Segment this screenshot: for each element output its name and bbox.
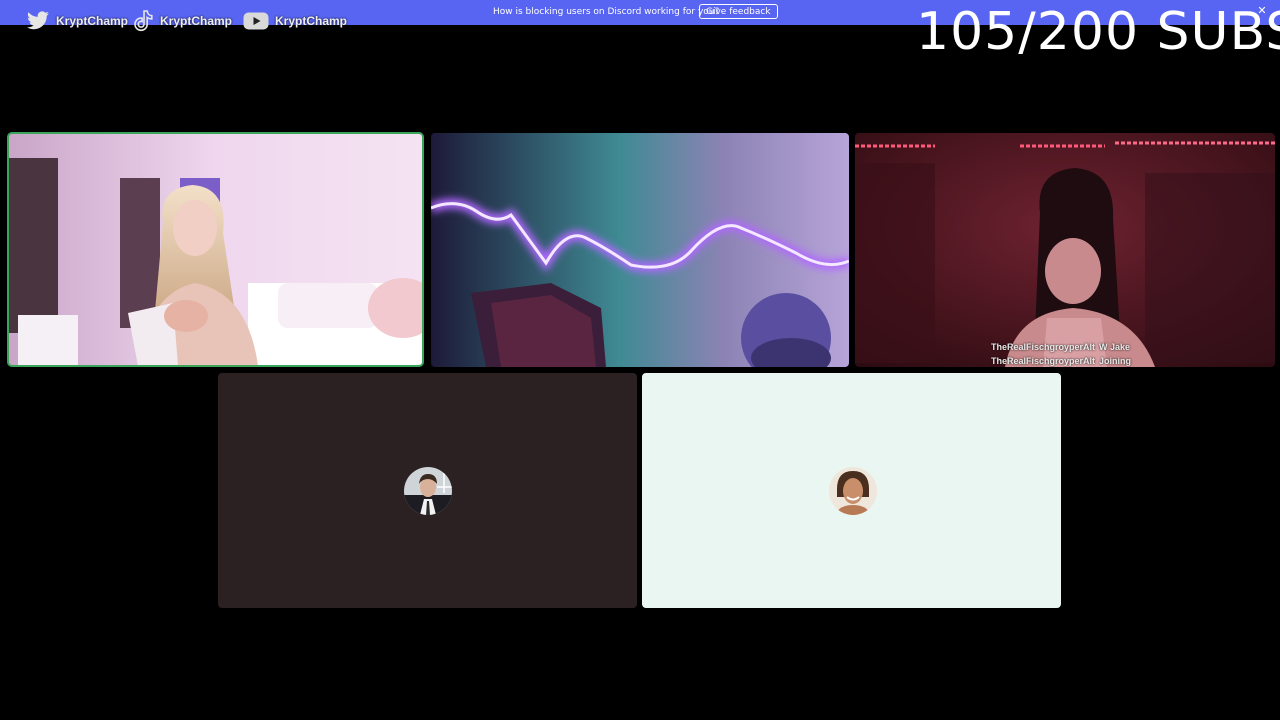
video-tile-5[interactable]: [642, 373, 1061, 608]
chat-message: TheRealFischgroyperAlt W Jake: [991, 340, 1131, 354]
feedback-prompt: How is blocking users on Discord working…: [493, 7, 720, 17]
chat-message: TheRealFischgroyperAlt Joining: [991, 354, 1131, 367]
twitter-icon: [27, 11, 49, 30]
tiktok-icon: [134, 10, 153, 32]
give-feedback-button[interactable]: Give feedback: [699, 4, 778, 19]
tiktok-handle: KryptChamp: [160, 14, 233, 28]
sub-goal-counter: 105/200 SUBS: [916, 2, 1280, 62]
youtube-handle: KryptChamp: [275, 14, 348, 28]
chat-text: Joining: [1099, 356, 1132, 366]
avatar: [404, 467, 452, 515]
video-tile-2[interactable]: [431, 133, 849, 367]
avatar: [829, 467, 877, 515]
chat-username: TheRealFischgroyperAlt: [991, 342, 1096, 352]
video-tile-3[interactable]: TheRealFischgroyperAlt W Jake TheRealFisc…: [855, 133, 1275, 367]
video-tile-1[interactable]: [7, 132, 424, 367]
webcam-feed: [431, 133, 849, 367]
social-tiktok: KryptChamp: [134, 10, 232, 32]
twitter-handle: KryptChamp: [56, 14, 129, 28]
youtube-icon: [243, 12, 269, 30]
social-youtube: KryptChamp: [243, 10, 347, 32]
video-tile-4[interactable]: [218, 373, 637, 608]
webcam-feed: [8, 133, 423, 366]
chat-username: TheRealFischgroyperAlt: [991, 356, 1096, 366]
chat-overlay: TheRealFischgroyperAlt W Jake TheRealFisc…: [991, 340, 1131, 367]
social-twitter: KryptChamp: [26, 10, 128, 32]
chat-text: W Jake: [1099, 342, 1131, 352]
webcam-feed: [855, 133, 1275, 367]
